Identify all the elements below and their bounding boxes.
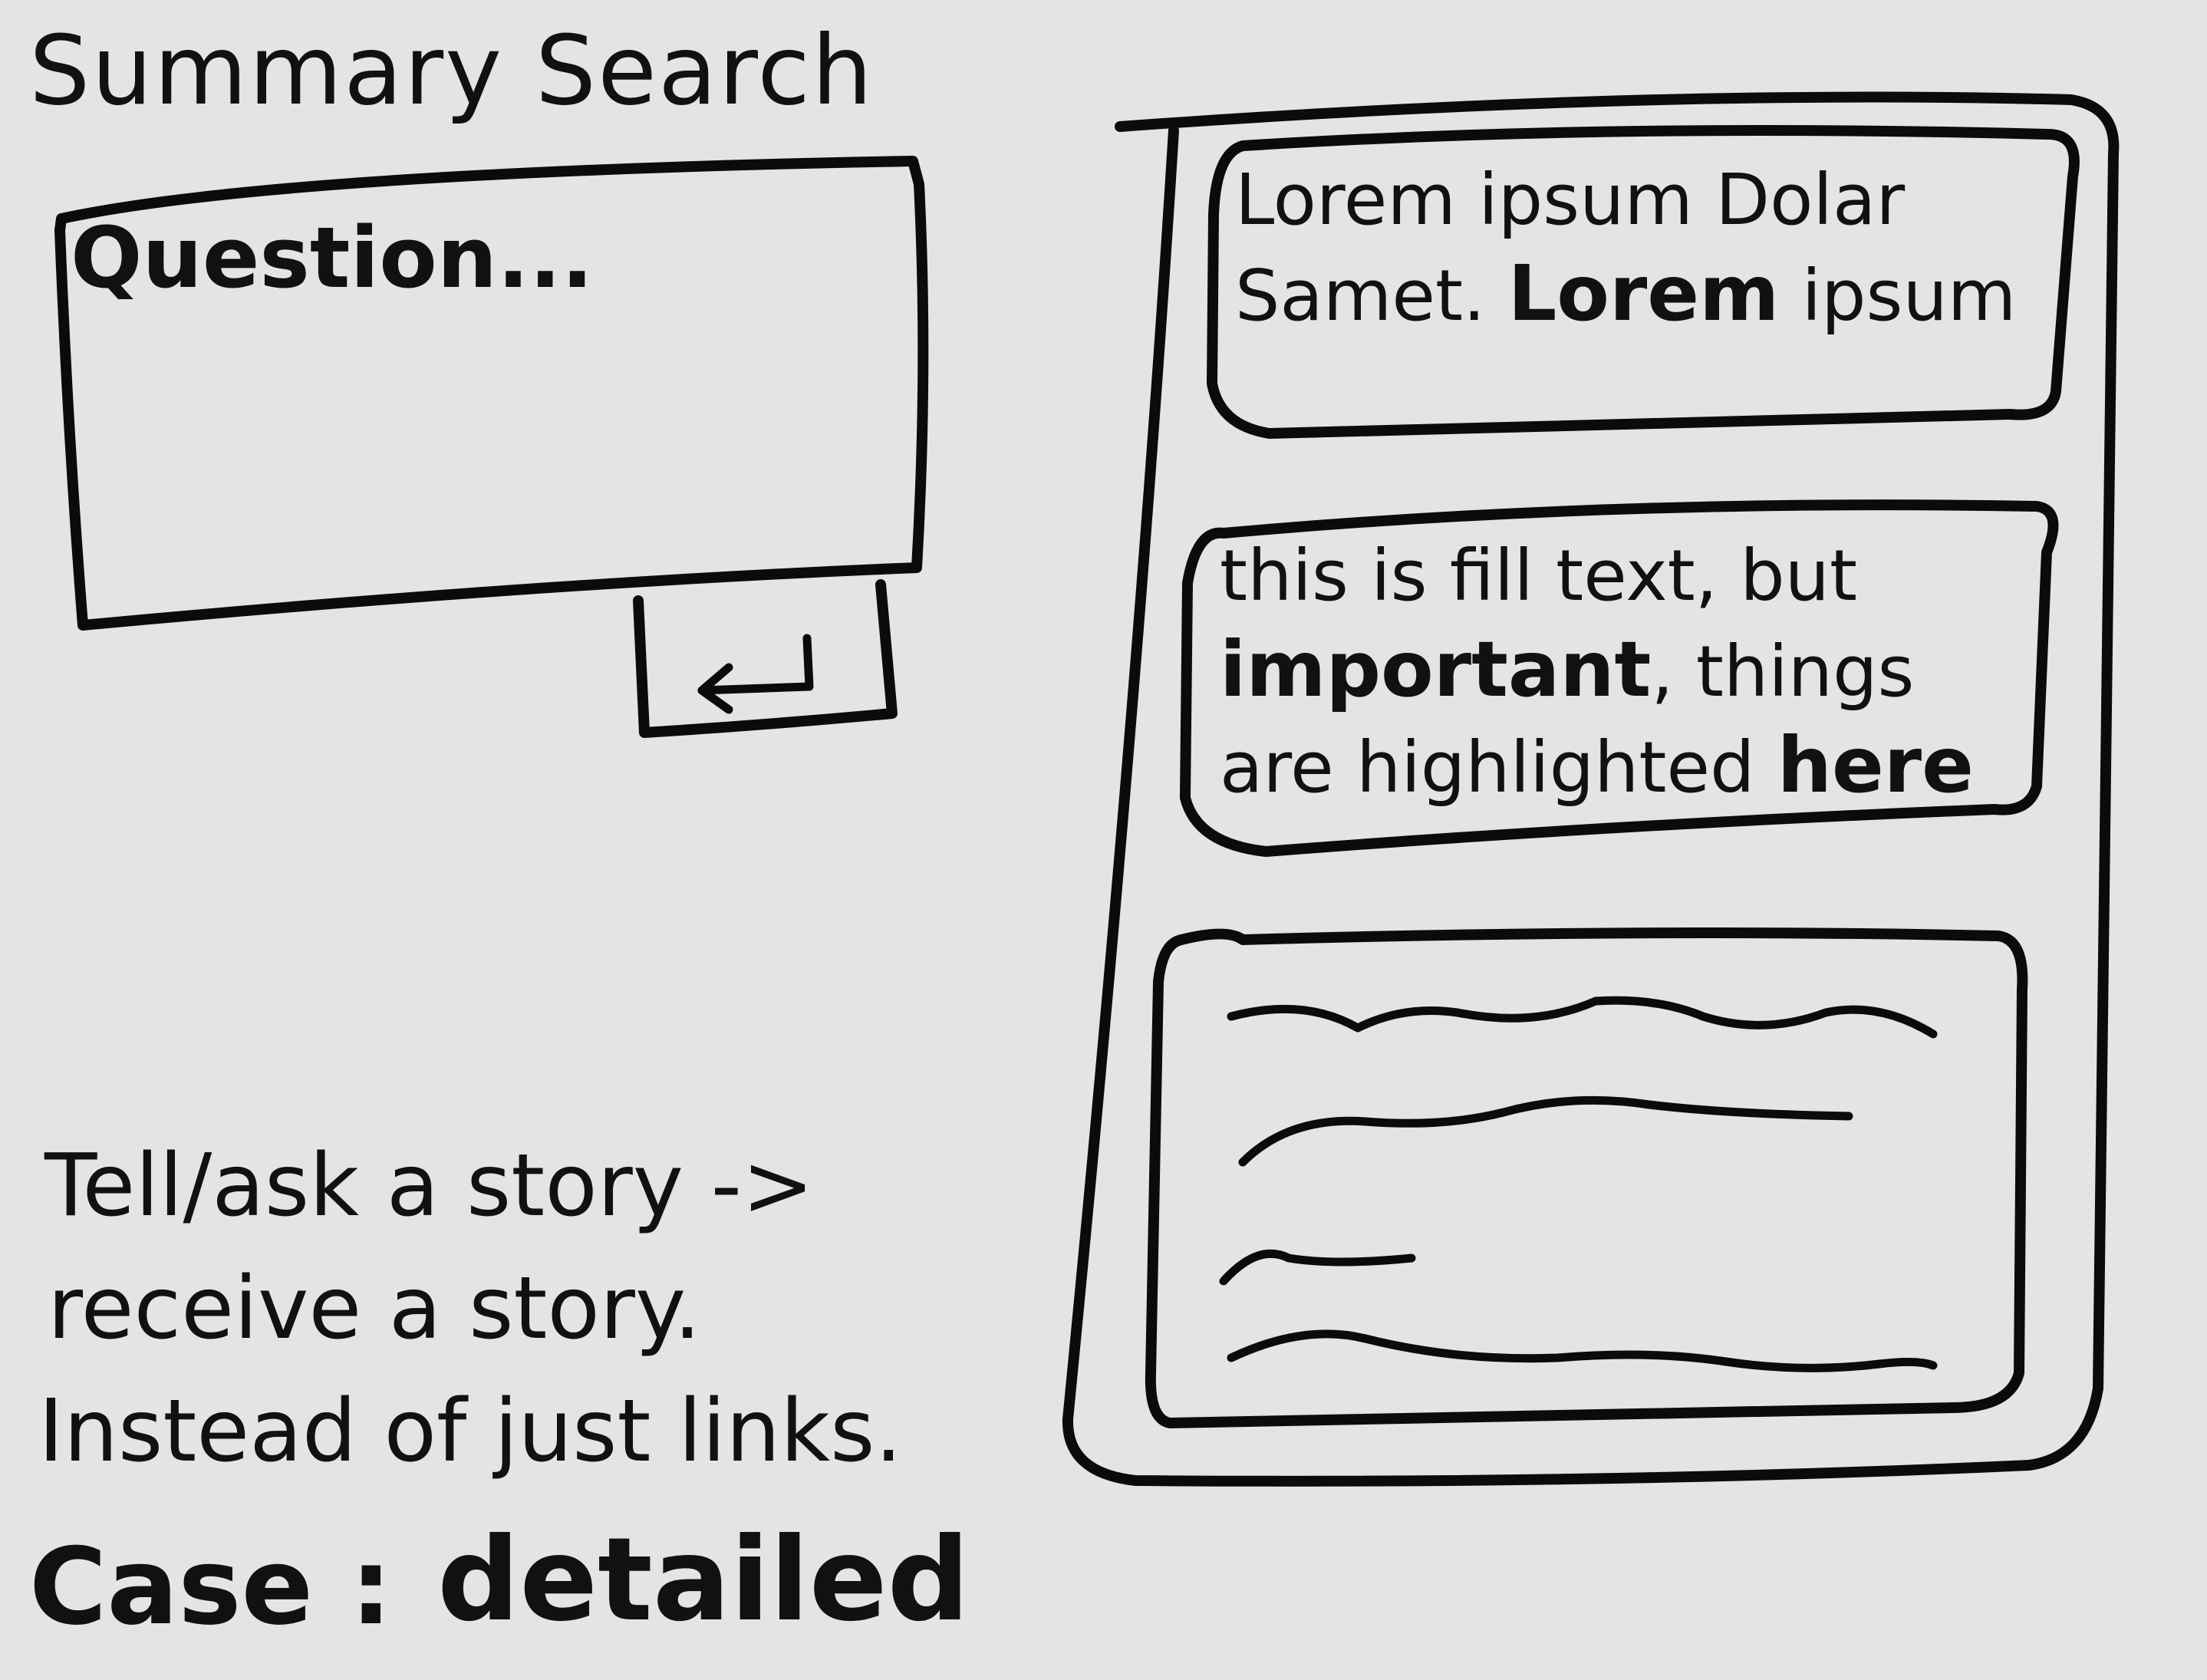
note-line-1: Tell/ask a story -> bbox=[44, 1136, 814, 1236]
result-card-2[interactable]: this is fill text, but important, things… bbox=[1220, 529, 2048, 815]
result-card-2-highlight-1: important bbox=[1220, 624, 1652, 714]
result-card-3[interactable] bbox=[1158, 940, 2018, 1415]
question-input[interactable] bbox=[71, 209, 907, 592]
app-title: Summary Search bbox=[29, 15, 875, 127]
note-line-2: receive a story. bbox=[48, 1259, 701, 1359]
result-card-2-highlight-2: here bbox=[1777, 720, 1974, 810]
result-card-1[interactable]: Lorem ipsum Dolar Samet. Lorem ipsum bbox=[1235, 153, 2041, 343]
result-card-2-text-a: this is fill text, but bbox=[1220, 535, 1858, 617]
result-card-1-highlight: Lorem bbox=[1507, 249, 1780, 338]
case-label: Case : bbox=[29, 1525, 393, 1649]
result-card-1-text-b: ipsum bbox=[1779, 255, 2017, 337]
submit-button[interactable] bbox=[641, 587, 894, 733]
case-value: detailed bbox=[437, 1514, 970, 1647]
note-line-3: Instead of just links. bbox=[38, 1382, 903, 1481]
